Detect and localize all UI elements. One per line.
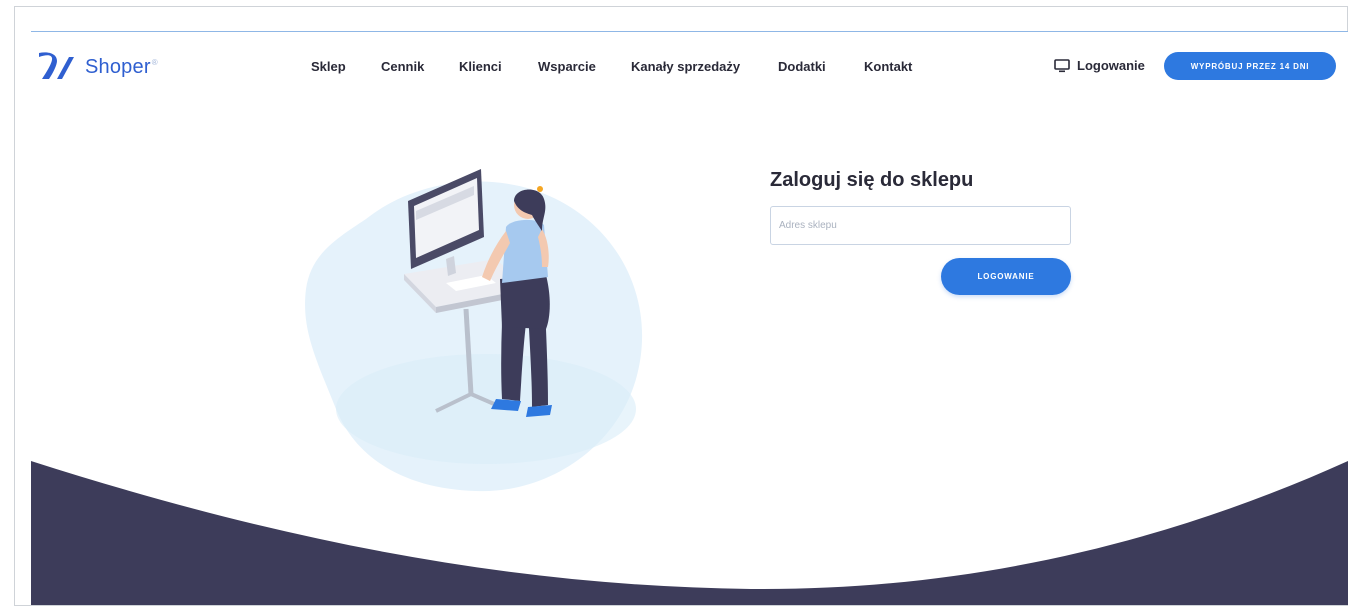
header-login-link[interactable]: Logowanie [1054,58,1145,73]
shoper-logo-icon [39,52,74,79]
nav-item-kontakt[interactable]: Kontakt [864,59,912,74]
page: Shoper® Sklep Cennik Klienci Wsparcie Ka… [31,31,1348,605]
nav-item-kanaly-sprzedazy[interactable]: Kanały sprzedaży [631,59,740,74]
login-submit-button[interactable]: LOGOWANIE [941,258,1071,295]
header-login-label: Logowanie [1077,58,1145,73]
browser-frame: Shoper® Sklep Cennik Klienci Wsparcie Ka… [0,0,1357,615]
footer-wave [31,461,1348,605]
logo-text: Shoper® [85,55,158,78]
nav-item-klienci[interactable]: Klienci [459,59,502,74]
monitor-icon [1054,58,1070,72]
trial-button[interactable]: WYPRÓBUJ PRZEZ 14 DNI [1164,52,1336,80]
woman-at-computer-illustration [305,169,643,492]
login-title: Zaloguj się do sklepu [770,169,974,191]
top-divider [31,31,1348,32]
nav-item-sklep[interactable]: Sklep [311,59,346,74]
nav-item-wsparcie[interactable]: Wsparcie [538,59,596,74]
nav-item-cennik[interactable]: Cennik [381,59,424,74]
logo[interactable]: Shoper® [37,49,158,85]
nav-item-dodatki[interactable]: Dodatki [778,59,826,74]
shop-address-input[interactable] [770,206,1071,245]
